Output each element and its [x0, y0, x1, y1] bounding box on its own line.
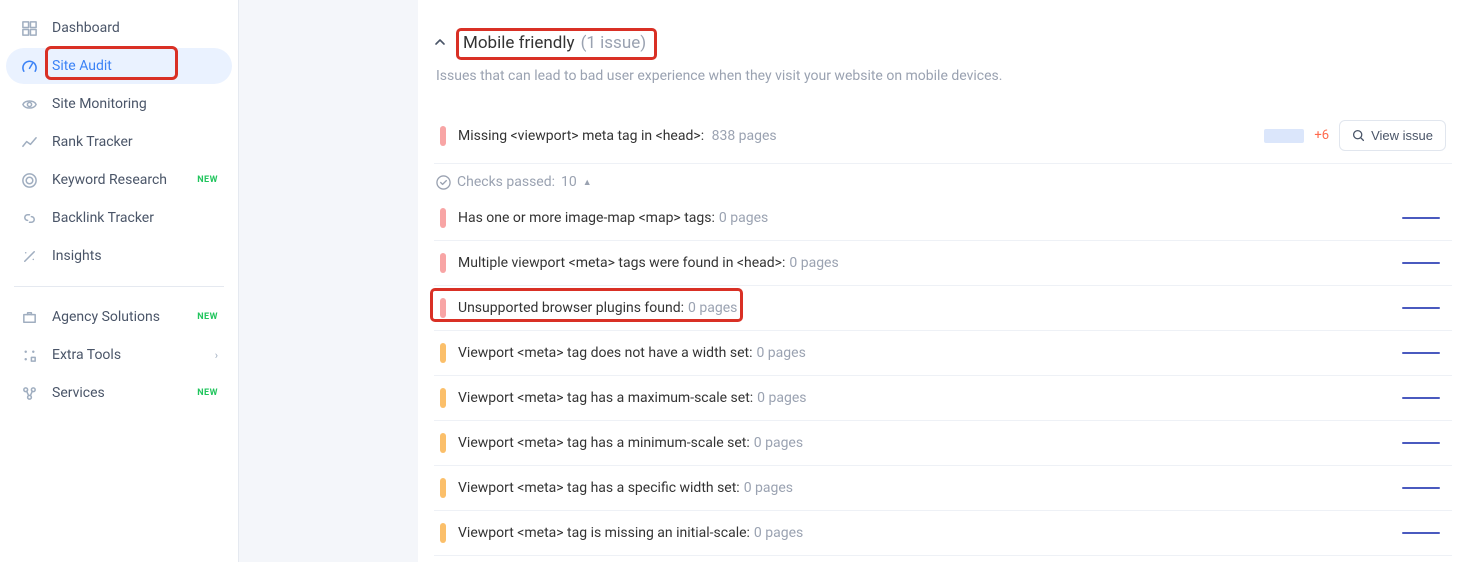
issue-page-count: 0 pages: [719, 210, 768, 226]
sidebar-item-insights[interactable]: Insights: [6, 238, 232, 274]
severity-indicator-icon: [440, 126, 446, 146]
checks-passed-toggle[interactable]: Checks passed: 10 ▲: [434, 164, 1452, 196]
issue-label: Viewport <meta> tag does not have a widt…: [458, 345, 752, 361]
sidebar-item-keyword-research[interactable]: Keyword Research NEW: [6, 162, 232, 198]
wand-icon: [20, 247, 38, 265]
passed-issue-row[interactable]: Viewport <meta> tag has a maximum-scale …: [434, 376, 1452, 421]
passed-issue-row[interactable]: Viewport <meta> tag does not have a widt…: [434, 331, 1452, 376]
passed-issue-row[interactable]: Has one or more image-map <map> tags:0 p…: [434, 196, 1452, 241]
new-badge: NEW: [197, 312, 218, 322]
checks-passed-label: Checks passed:: [457, 174, 555, 190]
issue-page-count: 0 pages: [744, 480, 793, 496]
sidebar-item-rank-tracker[interactable]: Rank Tracker: [6, 124, 232, 160]
nodes-icon: [20, 384, 38, 402]
speedometer-icon: [20, 57, 38, 75]
view-issue-label: View issue: [1371, 128, 1433, 143]
sidebar-item-label: Rank Tracker: [52, 134, 218, 150]
trend-sparkline-icon: [1264, 129, 1304, 143]
check-circle-icon: [436, 175, 451, 190]
issue-page-count: 0 pages: [688, 300, 737, 316]
trend-flat-line-icon: [1402, 352, 1440, 354]
issue-label: Unsupported browser plugins found:: [458, 300, 684, 316]
passed-issue-row[interactable]: Viewport <meta> tag is missing an initia…: [434, 511, 1452, 556]
new-badge: NEW: [197, 388, 218, 398]
collapse-caret-icon: [434, 36, 446, 48]
search-icon: [1352, 129, 1365, 142]
section-issue-count: (1 issue): [581, 33, 647, 53]
severity-indicator-icon: [440, 523, 446, 543]
trend-flat-line-icon: [1402, 307, 1440, 309]
sidebar-item-agency-solutions[interactable]: Agency Solutions NEW: [6, 299, 232, 335]
issue-label: Multiple viewport <meta> tags were found…: [458, 255, 785, 271]
checks-passed-count: 10: [561, 174, 577, 190]
eye-icon: [20, 95, 38, 113]
issue-page-count: 0 pages: [754, 435, 803, 451]
sidebar-item-label: Keyword Research: [52, 172, 183, 188]
sidebar-item-site-audit[interactable]: Site Audit: [6, 48, 232, 84]
sidebar-item-dashboard[interactable]: Dashboard: [6, 10, 232, 46]
passed-issue-row[interactable]: Unsupported browser plugins found:0 page…: [434, 286, 1452, 331]
severity-indicator-icon: [440, 208, 446, 228]
section-description: Issues that can lead to bad user experie…: [436, 68, 1452, 84]
passed-issue-row[interactable]: Viewport <meta> tag initial-scale is inc…: [434, 556, 1452, 562]
sidebar-item-site-monitoring[interactable]: Site Monitoring: [6, 86, 232, 122]
passed-issue-row[interactable]: Viewport <meta> tag has a specific width…: [434, 466, 1452, 511]
severity-indicator-icon: [440, 253, 446, 273]
section-header[interactable]: Mobile friendly (1 issue): [434, 28, 1452, 60]
trend-flat-line-icon: [1402, 217, 1440, 219]
section-title: Mobile friendly: [463, 33, 575, 53]
sidebar-item-label: Backlink Tracker: [52, 210, 218, 226]
sidebar-item-label: Services: [52, 385, 183, 401]
passed-issue-row[interactable]: Viewport <meta> tag has a minimum-scale …: [434, 421, 1452, 466]
severity-indicator-icon: [440, 388, 446, 408]
trend-flat-line-icon: [1402, 532, 1440, 534]
grid-icon: [20, 346, 38, 364]
issue-page-count: 0 pages: [754, 525, 803, 541]
severity-indicator-icon: [440, 478, 446, 498]
trend-flat-line-icon: [1402, 487, 1440, 489]
dashboard-icon: [20, 19, 38, 37]
sidebar-item-label: Site Audit: [52, 58, 218, 74]
sidebar-divider: [14, 286, 224, 287]
issue-page-count: 0 pages: [789, 255, 838, 271]
severity-indicator-icon: [440, 433, 446, 453]
issue-row[interactable]: Missing <viewport> meta tag in <head>: 8…: [434, 108, 1452, 164]
passed-issue-row[interactable]: Multiple viewport <meta> tags were found…: [434, 241, 1452, 286]
severity-indicator-icon: [440, 343, 446, 363]
sidebar: Dashboard Site Audit Site Monitoring Rank T…: [0, 0, 238, 562]
link-icon: [20, 209, 38, 227]
issue-label: Viewport <meta> tag has a maximum-scale …: [458, 390, 753, 406]
secondary-panel: [238, 0, 418, 562]
sidebar-item-label: Dashboard: [52, 20, 218, 36]
trend-icon: [20, 133, 38, 151]
main-content: Mobile friendly (1 issue) Issues that ca…: [418, 0, 1474, 562]
issue-label: Missing <viewport> meta tag in <head>:: [458, 128, 704, 144]
delta-change: +6: [1314, 128, 1329, 143]
sidebar-item-services[interactable]: Services NEW: [6, 375, 232, 411]
trend-flat-line-icon: [1402, 262, 1440, 264]
issue-page-count: 0 pages: [756, 345, 805, 361]
annotation-highlight-section-title: Mobile friendly (1 issue): [456, 28, 657, 60]
sidebar-item-backlink-tracker[interactable]: Backlink Tracker: [6, 200, 232, 236]
new-badge: NEW: [197, 175, 218, 185]
sidebar-item-label: Insights: [52, 248, 218, 264]
sidebar-item-extra-tools[interactable]: Extra Tools ›: [6, 337, 232, 373]
chevron-right-icon: ›: [215, 349, 218, 362]
sidebar-item-label: Extra Tools: [52, 347, 201, 363]
issue-label: Viewport <meta> tag is missing an initia…: [458, 525, 750, 541]
severity-indicator-icon: [440, 298, 446, 318]
issue-label: Viewport <meta> tag has a specific width…: [458, 480, 740, 496]
issue-page-count: 838 pages: [712, 128, 777, 144]
sidebar-item-label: Agency Solutions: [52, 309, 183, 325]
caret-up-icon: ▲: [583, 177, 592, 188]
issue-label: Viewport <meta> tag has a minimum-scale …: [458, 435, 750, 451]
issue-label: Has one or more image-map <map> tags:: [458, 210, 715, 226]
target-icon: [20, 171, 38, 189]
briefcase-icon: [20, 308, 38, 326]
issue-page-count: 0 pages: [757, 390, 806, 406]
trend-flat-line-icon: [1402, 397, 1440, 399]
sidebar-item-label: Site Monitoring: [52, 96, 218, 112]
view-issue-button[interactable]: View issue: [1339, 120, 1446, 151]
trend-flat-line-icon: [1402, 442, 1440, 444]
